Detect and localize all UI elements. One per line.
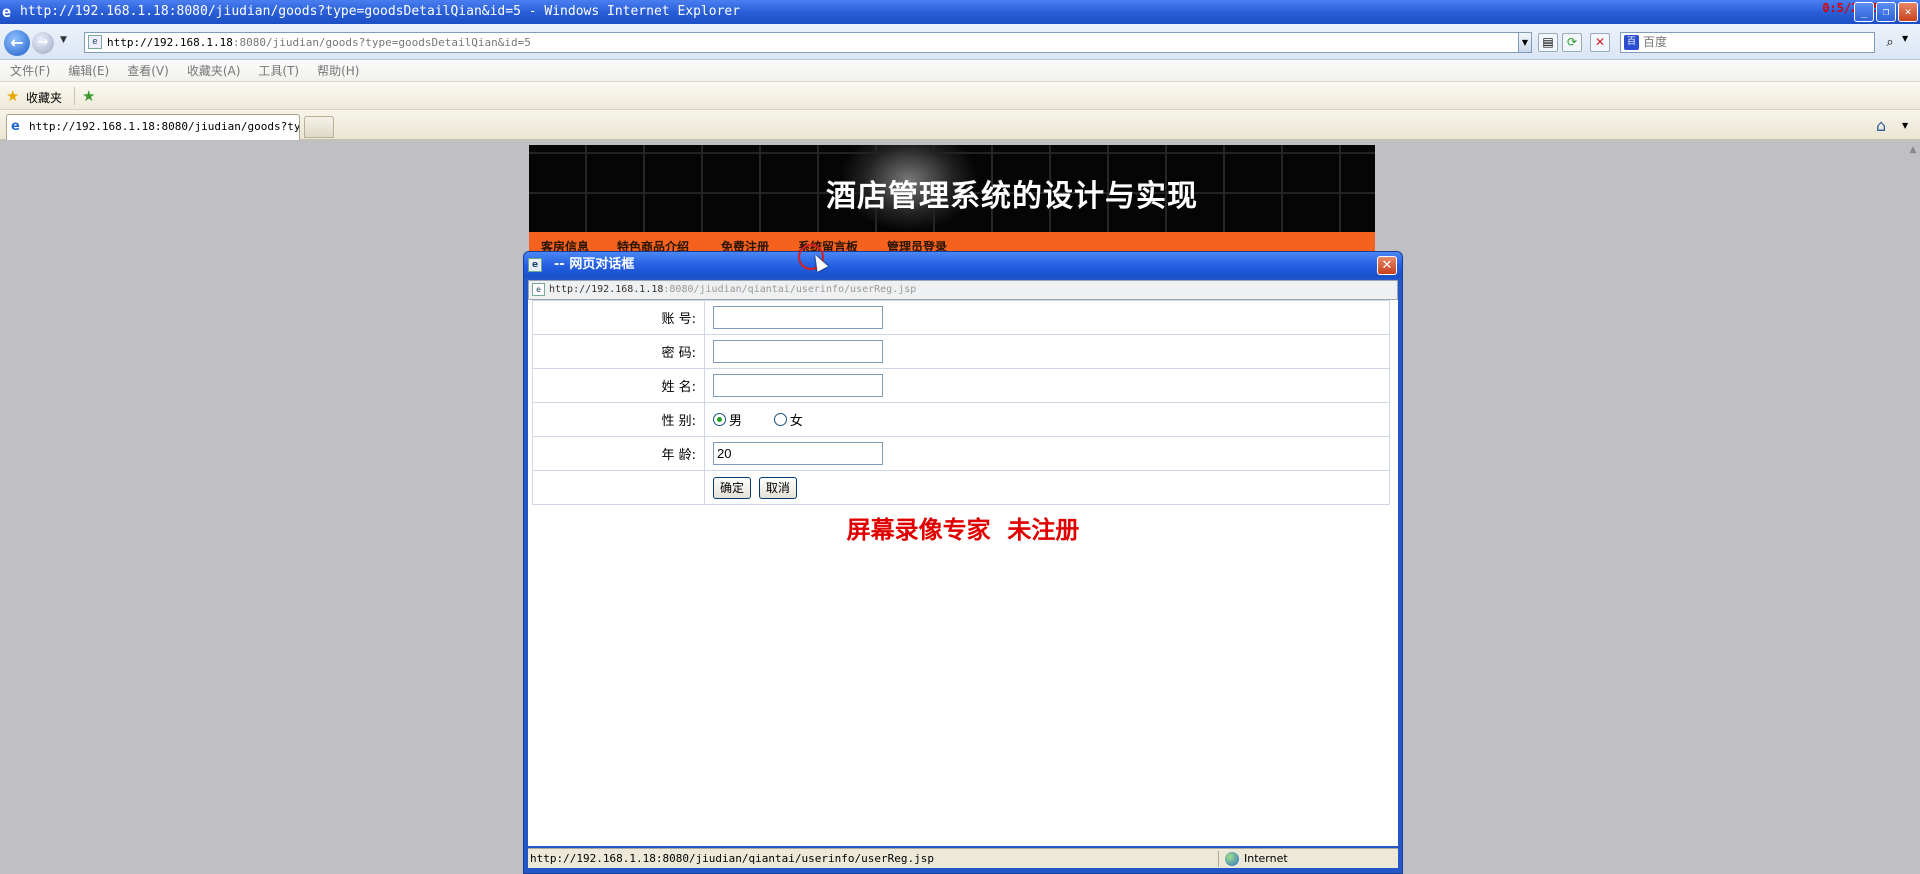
dialog-address-path: :8080/jiudian/qiantai/userinfo/userReg.j… <box>663 284 917 295</box>
dialog-body: 账 号: 密 码: 姓 名: 性 别: 男 女 年 龄: 20 确定 取消 屏幕… <box>528 300 1398 846</box>
page-icon: e <box>88 35 102 49</box>
dialog-close-button[interactable]: ✕ <box>1377 256 1397 275</box>
add-favorite-icon[interactable]: ★ <box>82 87 95 105</box>
window-controls: _ ❐ ✕ <box>1854 2 1918 22</box>
name-label: 姓 名: <box>532 368 705 403</box>
web-dialog: e -- 网页对话框 ✕ e http://192.168.1.18:8080/… <box>523 251 1403 874</box>
status-url: http://192.168.1.18:8080/jiudian/qiantai… <box>530 852 934 865</box>
menu-help[interactable]: 帮助(H) <box>317 60 359 81</box>
forward-button[interactable]: → <box>32 32 54 54</box>
form-row-account: 账 号: <box>532 300 1390 335</box>
address-bar[interactable]: e http://192.168.1.18:8080/jiudian/goods… <box>84 32 1532 53</box>
search-options-icon[interactable]: ▼ <box>1902 34 1908 43</box>
favorites-bar: ★ 收藏夹 ★ <box>0 82 1920 110</box>
form-row-actions: 确定 取消 <box>532 470 1390 505</box>
compatibility-view-icon[interactable]: ▤ <box>1538 33 1558 52</box>
menu-file[interactable]: 文件(F) <box>10 60 50 81</box>
tab-bar: e http://192.168.1.18:8080/jiudian/goods… <box>0 110 1920 140</box>
window-title: http://192.168.1.18:8080/jiudian/goods?t… <box>20 4 741 19</box>
gender-label: 性 别: <box>532 402 705 437</box>
stop-icon[interactable]: ✕ <box>1590 33 1610 52</box>
site-title: 酒店管理系统的设计与实现 <box>826 179 1198 214</box>
scroll-up-icon[interactable]: ▲ <box>1906 145 1920 159</box>
security-zone: Internet <box>1244 852 1288 865</box>
history-dropdown-icon[interactable]: ▼ <box>60 35 67 45</box>
dialog-status-bar: http://192.168.1.18:8080/jiudian/qiantai… <box>528 848 1398 868</box>
gender-male-label: 男 <box>729 414 743 429</box>
dialog-title: -- 网页对话框 <box>554 257 635 272</box>
dialog-page-icon: e <box>528 258 542 272</box>
recorder-watermark: 屏幕录像专家 未注册 <box>846 515 1080 544</box>
home-dropdown-icon[interactable]: ▼ <box>1902 121 1908 130</box>
form-row-age: 年 龄: <box>532 436 1390 471</box>
internet-globe-icon <box>1225 852 1239 866</box>
dialog-address-host: http://192.168.1.18 <box>549 284 664 295</box>
dialog-address-bar: e http://192.168.1.18:8080/jiudian/qiant… <box>528 280 1398 300</box>
cancel-button[interactable]: 取消 <box>758 476 797 499</box>
registration-form: 账 号: 密 码: 姓 名: 性 别: 男 女 年 龄: 20 确定 取消 <box>532 300 1390 505</box>
password-label: 密 码: <box>532 334 705 369</box>
ie-logo-icon: e <box>2 3 12 21</box>
favorites-separator <box>74 87 75 105</box>
search-icon[interactable]: ⌕ <box>1880 33 1900 52</box>
gender-male-radio[interactable] <box>713 413 726 426</box>
new-tab-button[interactable] <box>304 116 334 138</box>
home-icon[interactable]: ⌂ <box>1876 116 1886 135</box>
menu-favorites[interactable]: 收藏夹(A) <box>187 60 241 81</box>
tab-ie-icon: e <box>11 119 20 134</box>
refresh-icon[interactable]: ⟳ <box>1562 33 1582 52</box>
password-input[interactable] <box>713 340 883 363</box>
tab-label: http://192.168.1.18:8080/jiudian/goods?t… <box>29 120 300 133</box>
status-separator <box>1218 851 1219 867</box>
maximize-button[interactable]: ❐ <box>1876 2 1896 22</box>
dialog-titlebar: e -- 网页对话框 ✕ <box>524 252 1402 278</box>
gender-female-radio[interactable] <box>773 413 787 426</box>
minimize-button[interactable]: _ <box>1854 2 1874 22</box>
favorites-star-icon[interactable]: ★ <box>6 87 19 105</box>
address-dropdown-icon[interactable]: ▼ <box>1518 33 1531 52</box>
ok-button[interactable]: 确定 <box>713 476 752 499</box>
name-input[interactable] <box>713 374 883 397</box>
age-input[interactable] <box>713 442 883 465</box>
menu-tools[interactable]: 工具(T) <box>258 60 299 81</box>
age-label: 年 龄: <box>532 436 705 471</box>
address-path: :8080/jiudian/goods?type=goodsDetailQian… <box>232 36 531 49</box>
menu-view[interactable]: 查看(V) <box>127 60 169 81</box>
back-button[interactable]: ← <box>4 30 30 56</box>
favorites-button[interactable]: 收藏夹 <box>26 89 62 106</box>
search-input[interactable]: 百 百度 <box>1620 32 1875 53</box>
address-toolbar: ← → ▼ e http://192.168.1.18:8080/jiudian… <box>0 24 1920 60</box>
dialog-address-icon: e <box>532 283 545 296</box>
search-placeholder: 百度 <box>1643 35 1668 49</box>
form-row-gender: 性 别: 男 女 <box>532 402 1390 437</box>
form-row-password: 密 码: <box>532 334 1390 369</box>
account-input[interactable] <box>713 306 883 329</box>
gender-female-label: 女 <box>789 414 803 429</box>
address-host: http://192.168.1.18 <box>107 36 233 49</box>
form-row-name: 姓 名: <box>532 368 1390 403</box>
menu-bar: 文件(F) 编辑(E) 查看(V) 收藏夹(A) 工具(T) 帮助(H) <box>0 60 1920 82</box>
close-window-button[interactable]: ✕ <box>1898 2 1918 22</box>
account-label: 账 号: <box>532 300 705 335</box>
site-banner: 酒店管理系统的设计与实现 <box>529 145 1375 232</box>
window-titlebar: e http://192.168.1.18:8080/jiudian/goods… <box>0 0 1920 24</box>
menu-edit[interactable]: 编辑(E) <box>68 60 109 81</box>
tab-active[interactable]: e http://192.168.1.18:8080/jiudian/goods… <box>6 114 300 140</box>
baidu-icon: 百 <box>1624 35 1639 50</box>
